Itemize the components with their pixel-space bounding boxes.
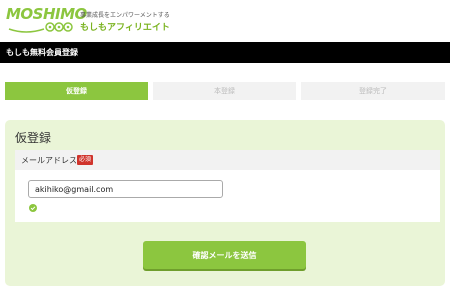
step-provisional: 仮登録 [5, 82, 148, 100]
step-registration: 本登録 [153, 82, 296, 100]
email-label: メールアドレス [21, 156, 77, 165]
brand-name: もしもアフィリエイト [80, 23, 170, 33]
send-confirmation-email-button[interactable]: 確認メールを送信 [143, 241, 306, 269]
email-field-header: メールアドレス 必須 [15, 150, 440, 170]
tagline: 事業成長をエンパワーメントする [80, 12, 170, 19]
check-circle-icon [29, 204, 37, 212]
logo-mascot-icon [8, 22, 73, 33]
progress-steps: 仮登録 本登録 登録完了 [5, 82, 445, 100]
required-badge: 必須 [77, 155, 94, 165]
moshimo-logo[interactable]: MOSHIMO [6, 5, 87, 35]
registration-card: 仮登録 メールアドレス 必須 確認メールを送信 [5, 120, 445, 286]
form-title: 仮登録 [15, 131, 52, 145]
page-title-bar: もしも無料会員登録 [0, 42, 450, 63]
email-input[interactable] [28, 180, 223, 198]
site-header: MOSHIMO 事業成長をエンパワーメントする もしもアフィリエイト [0, 0, 450, 42]
email-field-block: メールアドレス 必須 [15, 150, 440, 222]
step-complete: 登録完了 [301, 82, 445, 100]
page-title: もしも無料会員登録 [6, 48, 78, 57]
